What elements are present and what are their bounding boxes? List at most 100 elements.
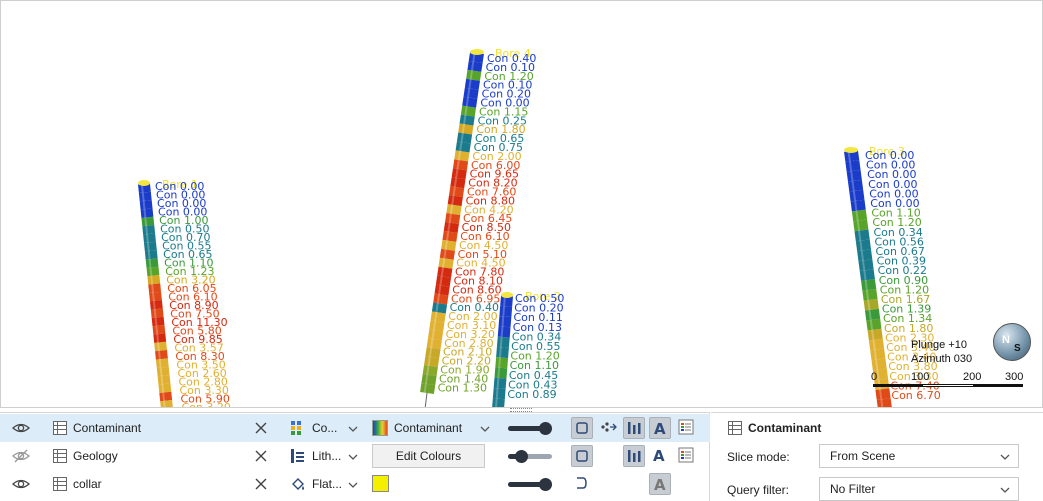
chevron-down-icon[interactable] bbox=[348, 480, 358, 490]
layer-row-contaminant[interactable]: Contaminant Co... Contaminant A bbox=[0, 414, 710, 442]
visibility-eye-icon[interactable] bbox=[12, 420, 30, 436]
slice-mode-select[interactable]: From Scene bbox=[819, 444, 1019, 468]
interval-segment bbox=[160, 400, 173, 407]
hole-trace-line bbox=[424, 392, 428, 407]
text-label-icon: A bbox=[653, 447, 665, 465]
layer-row-collar[interactable]: collar Flat... A bbox=[0, 470, 710, 498]
remove-layer-icon[interactable] bbox=[253, 448, 269, 464]
orientation-globe-icon[interactable]: N S bbox=[993, 323, 1031, 361]
interval-segment bbox=[424, 356, 440, 368]
cylinder-icon bbox=[576, 422, 588, 434]
interval-segment bbox=[442, 230, 458, 242]
interval-segment bbox=[847, 179, 864, 192]
query-filter-select[interactable]: No Filter bbox=[819, 477, 1019, 501]
interval-segment bbox=[851, 209, 868, 222]
labels-toggle-button[interactable]: A bbox=[649, 445, 671, 467]
layer-name: collar bbox=[73, 477, 102, 491]
bar-graph-icon bbox=[628, 422, 641, 434]
interval-segment bbox=[498, 316, 512, 328]
layer-name: Contaminant bbox=[73, 421, 142, 435]
tube-mode-button[interactable] bbox=[571, 445, 593, 467]
query-filter-value: No Filter bbox=[830, 482, 876, 496]
labels-toggle-button[interactable]: A bbox=[649, 417, 671, 439]
interval-value-label: Con 1.30 bbox=[438, 381, 487, 394]
interval-segment bbox=[149, 291, 162, 302]
legend-icon bbox=[678, 447, 694, 463]
interval-segment bbox=[437, 266, 453, 278]
interval-segment bbox=[499, 305, 513, 318]
interval-segment bbox=[146, 266, 160, 277]
visibility-eye-icon[interactable] bbox=[12, 476, 30, 492]
interval-segment bbox=[426, 338, 442, 350]
interval-segment bbox=[494, 367, 508, 379]
drillhole-3[interactable]: Bore 2Con 0.50Con 0.20Con 0.11Con 0.13Co… bbox=[492, 290, 564, 408]
interval-segment bbox=[864, 308, 881, 321]
scale-tick-300: 300 bbox=[1005, 371, 1024, 383]
interval-segment bbox=[463, 87, 479, 99]
interval-segment bbox=[422, 365, 438, 377]
visibility-eye-hidden-icon[interactable] bbox=[12, 448, 30, 464]
interval-segment bbox=[857, 249, 873, 262]
split-tool-button[interactable] bbox=[598, 417, 620, 439]
column-select[interactable]: Flat... bbox=[312, 477, 342, 491]
interval-segment bbox=[845, 160, 861, 172]
scene-layers-panel: Contaminant Co... Contaminant A Geology … bbox=[0, 412, 710, 501]
layer-name: Geology bbox=[73, 449, 118, 463]
collar-marker bbox=[470, 49, 484, 55]
opacity-knob[interactable] bbox=[539, 422, 553, 435]
opacity-knob[interactable] bbox=[539, 478, 553, 491]
interval-segment bbox=[154, 341, 168, 352]
column-select[interactable]: Co... bbox=[312, 421, 337, 435]
interval-value-label: Con 3.20 bbox=[182, 401, 231, 408]
edit-colours-button[interactable]: Edit Colours bbox=[372, 444, 485, 468]
legend-button[interactable] bbox=[676, 445, 698, 467]
interval-segment bbox=[143, 241, 157, 252]
opacity-slider[interactable] bbox=[508, 450, 552, 463]
opacity-knob[interactable] bbox=[515, 450, 529, 463]
collar-colour-swatch[interactable] bbox=[372, 475, 389, 492]
interval-segment bbox=[496, 346, 509, 359]
interval-segment bbox=[862, 289, 878, 301]
colour-scheme-select[interactable]: Contaminant bbox=[394, 421, 462, 435]
interval-segment bbox=[143, 233, 156, 243]
interval-segment bbox=[853, 219, 869, 232]
interval-segment bbox=[147, 275, 161, 285]
interval-segment bbox=[155, 350, 168, 360]
interval-segment bbox=[439, 248, 455, 260]
chevron-down-icon[interactable] bbox=[348, 452, 358, 462]
query-filter-label: Query filter: bbox=[727, 483, 790, 497]
interval-segment bbox=[855, 239, 872, 252]
interval-segment bbox=[159, 391, 173, 402]
opacity-slider[interactable] bbox=[508, 478, 553, 491]
lithology-column-icon bbox=[291, 449, 304, 463]
bar-graph-button[interactable] bbox=[623, 445, 645, 467]
chevron-down-icon bbox=[1000, 454, 1010, 460]
interval-segment bbox=[464, 78, 480, 90]
scale-bar bbox=[871, 383, 1029, 389]
3d-scene-view[interactable]: Bore 1 Con 0.00 Con 0.00 Con 0.00 Con 0.00 Co… bbox=[0, 0, 1043, 408]
marker-mode-button[interactable] bbox=[571, 473, 593, 495]
opacity-slider[interactable] bbox=[508, 422, 553, 435]
column-select[interactable]: Lith... bbox=[312, 449, 341, 463]
labels-toggle-button[interactable]: A bbox=[649, 473, 671, 495]
svg-text:A: A bbox=[654, 420, 666, 438]
remove-layer-icon[interactable] bbox=[253, 420, 269, 436]
chevron-down-icon[interactable] bbox=[480, 424, 490, 434]
chevron-down-icon[interactable] bbox=[348, 424, 358, 434]
table-icon bbox=[53, 449, 67, 463]
legend-button[interactable] bbox=[676, 417, 698, 439]
colour-ramp-icon[interactable] bbox=[372, 420, 388, 436]
interval-segment bbox=[420, 383, 436, 395]
interval-segment bbox=[854, 229, 870, 242]
remove-layer-icon[interactable] bbox=[253, 476, 269, 492]
layer-row-geology[interactable]: Geology Lith... Edit Colours A bbox=[0, 442, 710, 470]
interval-segment bbox=[859, 269, 875, 281]
interval-segment bbox=[138, 191, 152, 202]
tube-mode-button[interactable] bbox=[571, 417, 593, 439]
text-label-icon: A bbox=[654, 420, 666, 438]
drillhole-1[interactable]: Bore 1Con 0.00Con 0.00Con 0.00Con 0.00Co… bbox=[138, 178, 231, 408]
interval-segment bbox=[142, 225, 156, 235]
bar-graph-button[interactable] bbox=[623, 417, 645, 439]
interval-segment bbox=[431, 302, 448, 314]
collar-marker bbox=[844, 147, 858, 153]
